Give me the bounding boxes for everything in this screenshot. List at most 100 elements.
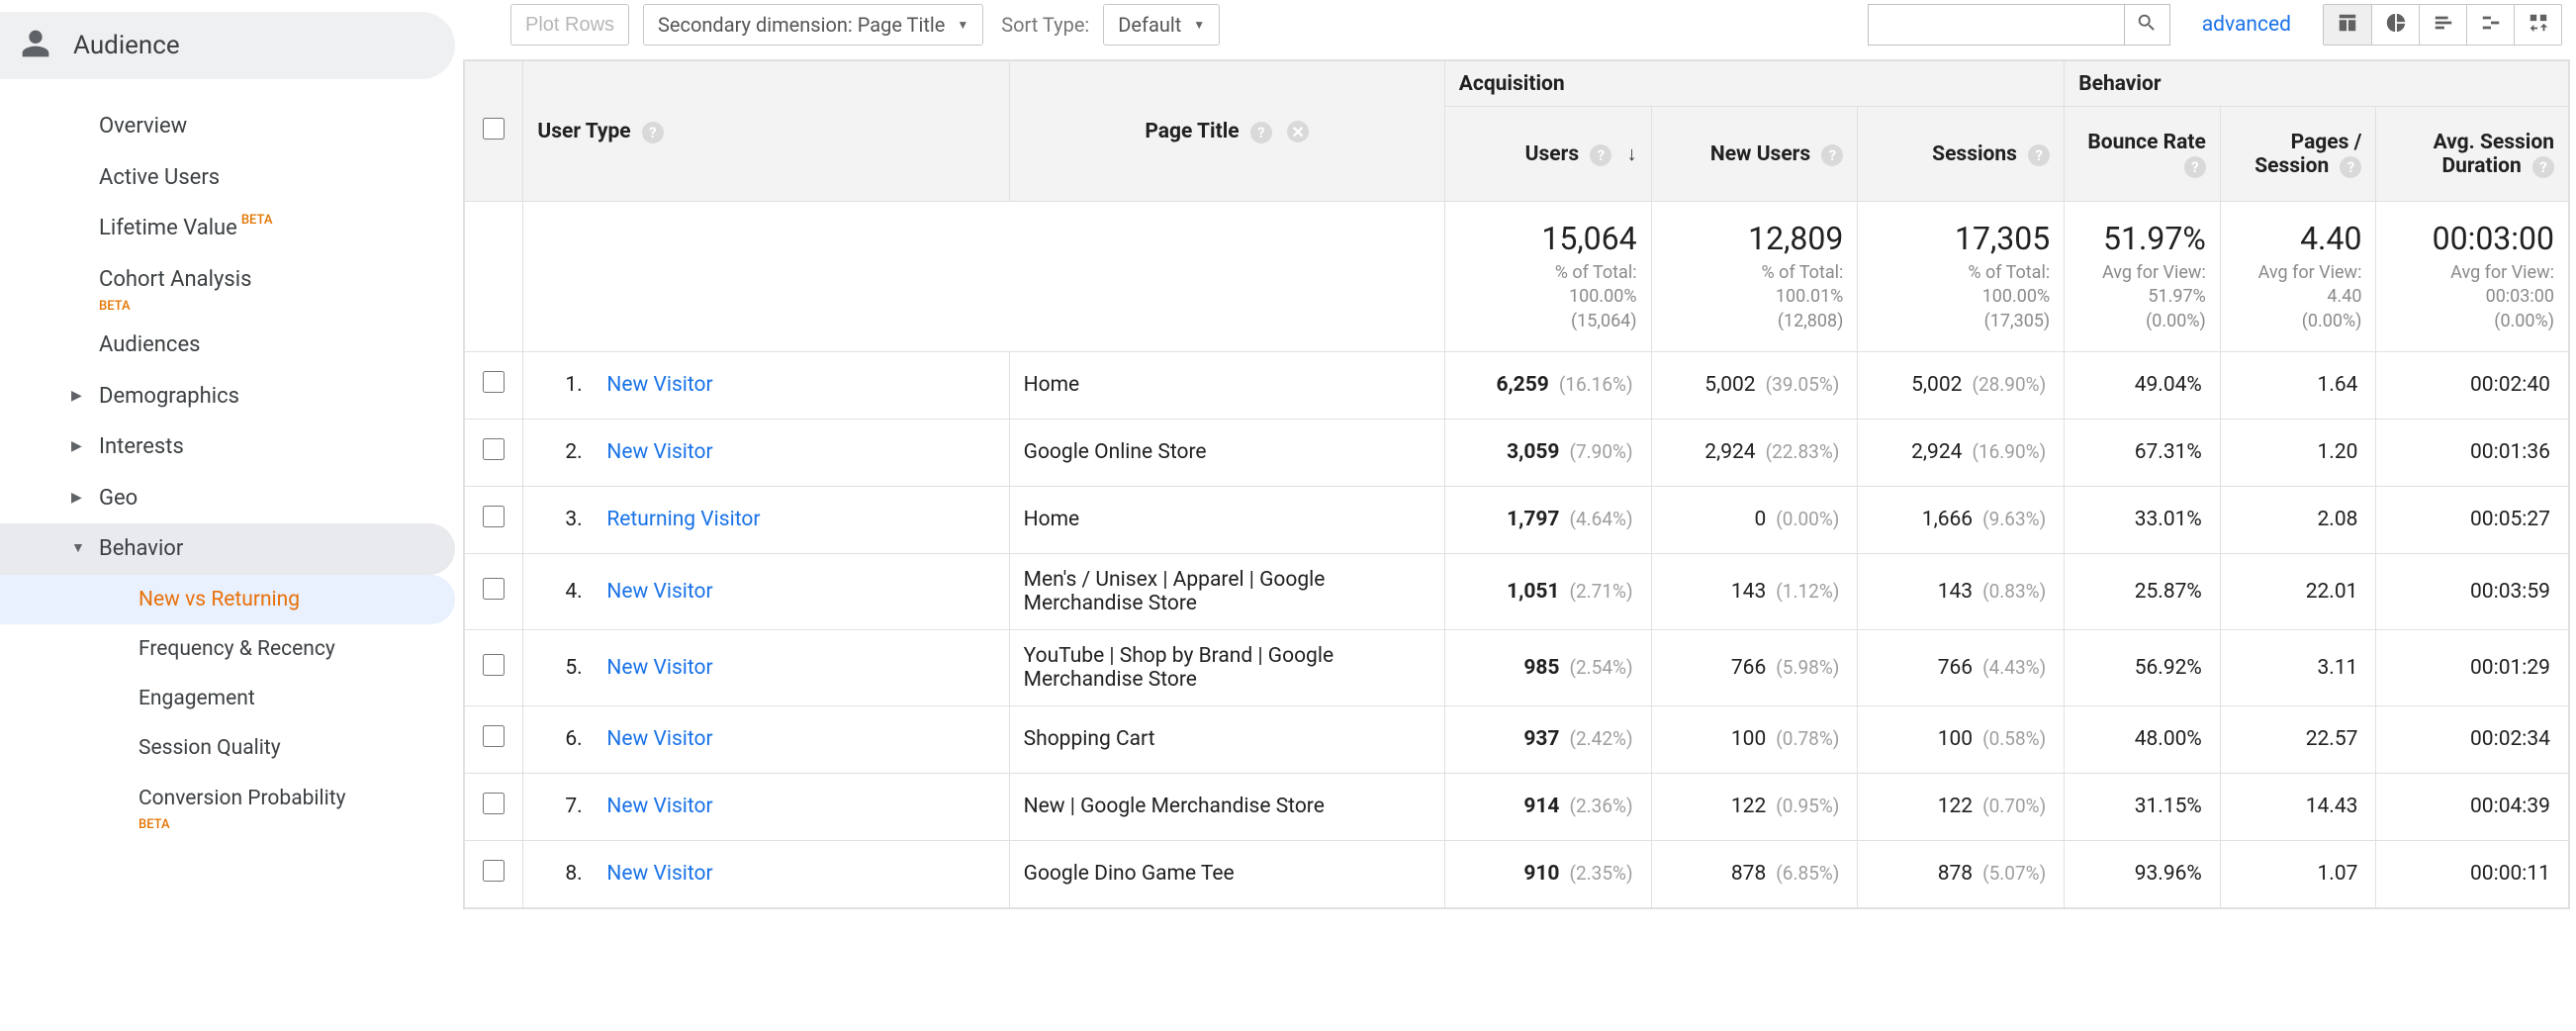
user-type-link[interactable]: New Visitor <box>606 440 712 464</box>
user-type-link[interactable]: New Visitor <box>606 862 712 886</box>
bounce-cell: 33.01% <box>2065 486 2221 553</box>
new-users-cell: 143(1.12%) <box>1651 553 1858 629</box>
view-mode-toggle <box>2323 4 2562 46</box>
view-table-button[interactable] <box>2324 5 2371 45</box>
page-title-cell: Home <box>1009 486 1444 553</box>
sidebar-item-label: Audiences <box>99 331 200 359</box>
help-icon[interactable]: ? <box>642 122 664 143</box>
col-new-users[interactable]: New Users ? <box>1651 107 1858 202</box>
sidebar-subitem-new-vs-returning[interactable]: New vs Returning <box>0 575 455 624</box>
sidebar-item-behavior[interactable]: ▼Behavior <box>0 523 455 575</box>
sidebar-item-geo[interactable]: ▶Geo <box>0 473 463 524</box>
search-button[interactable] <box>2125 4 2170 46</box>
row-index: 4. <box>565 580 587 604</box>
row-checkbox[interactable] <box>483 578 505 600</box>
sidebar-item-overview[interactable]: Overview <box>0 101 463 152</box>
table-row: 1. New Visitor Home 6,259(16.16%) 5,002(… <box>465 351 2569 419</box>
secondary-dimension-select[interactable]: Secondary dimension: Page Title ▼ <box>643 4 983 46</box>
new-users-cell: 0(0.00%) <box>1651 486 1858 553</box>
help-icon[interactable]: ? <box>2184 156 2206 178</box>
pps-cell: 2.08 <box>2220 486 2376 553</box>
sessions-cell: 5,002(28.90%) <box>1858 351 2065 419</box>
user-type-link[interactable]: New Visitor <box>606 580 712 604</box>
row-checkbox[interactable] <box>483 725 505 747</box>
sidebar-item-label: Geo <box>99 485 138 513</box>
person-icon <box>20 28 51 63</box>
sidebar-section-audience[interactable]: Audience <box>0 12 455 79</box>
remove-dimension-button[interactable]: ✕ <box>1287 121 1309 142</box>
user-type-link[interactable]: New Visitor <box>606 373 712 397</box>
col-sessions[interactable]: Sessions ? <box>1858 107 2065 202</box>
sidebar-subitem-frequency-recency[interactable]: Frequency & Recency <box>0 624 463 674</box>
view-comparison-button[interactable] <box>2466 5 2514 45</box>
sort-type-select[interactable]: Default ▼ <box>1103 4 1220 46</box>
col-users-label: Users <box>1525 142 1579 166</box>
view-performance-button[interactable] <box>2419 5 2466 45</box>
duration-cell: 00:03:59 <box>2376 553 2569 629</box>
row-index: 5. <box>565 656 587 680</box>
row-index: 7. <box>565 795 587 818</box>
sidebar-subitem-session-quality[interactable]: Session Quality <box>0 723 463 773</box>
plot-rows-button[interactable]: Plot Rows <box>510 4 629 46</box>
col-page-title[interactable]: Page Title ? ✕ <box>1009 61 1444 202</box>
caret-right-icon: ▶ <box>71 438 82 456</box>
col-pages-session[interactable]: Pages / Session ? <box>2220 107 2376 202</box>
row-checkbox[interactable] <box>483 506 505 527</box>
totals-pps-value: 4.40 <box>2235 220 2362 257</box>
view-pie-button[interactable] <box>2371 5 2419 45</box>
help-icon[interactable]: ? <box>2532 156 2554 178</box>
bounce-cell: 25.87% <box>2065 553 2221 629</box>
help-icon[interactable]: ? <box>1590 144 1611 166</box>
help-icon[interactable]: ? <box>2028 144 2050 166</box>
sort-desc-icon: ↓ <box>1627 141 1637 165</box>
row-checkbox[interactable] <box>483 860 505 882</box>
user-type-link[interactable]: New Visitor <box>606 727 712 751</box>
sidebar-item-interests[interactable]: ▶Interests <box>0 422 463 473</box>
user-type-link[interactable]: New Visitor <box>606 656 712 680</box>
sidebar-title: Audience <box>73 31 180 60</box>
duration-cell: 00:02:34 <box>2376 705 2569 773</box>
select-all-checkbox[interactable] <box>483 118 505 140</box>
sessions-cell: 122(0.70%) <box>1858 773 2065 840</box>
row-checkbox[interactable] <box>483 793 505 814</box>
col-avg-duration[interactable]: Avg. Session Duration ? <box>2376 107 2569 202</box>
user-type-link[interactable]: Returning Visitor <box>606 508 760 531</box>
pps-cell: 1.07 <box>2220 840 2376 907</box>
users-cell: 985(2.54%) <box>1444 629 1651 705</box>
secondary-dimension-label: Secondary dimension: Page Title <box>658 13 945 37</box>
new-users-cell: 2,924(22.83%) <box>1651 419 1858 486</box>
table-icon <box>2337 12 2358 38</box>
sidebar-item-audiences[interactable]: Audiences <box>0 320 463 371</box>
totals-new-users-value: 12,809 <box>1666 220 1844 257</box>
sidebar: Audience OverviewActive UsersLifetime Va… <box>0 0 463 909</box>
sidebar-item-active-users[interactable]: Active Users <box>0 152 463 204</box>
duration-cell: 00:04:39 <box>2376 773 2569 840</box>
col-user-type[interactable]: User Type ? <box>523 61 1009 202</box>
sidebar-item-label: Behavior <box>99 535 183 563</box>
view-pivot-button[interactable] <box>2514 5 2561 45</box>
table-search <box>1868 4 2170 46</box>
table-row: 7. New Visitor New | Google Merchandise … <box>465 773 2569 840</box>
group-behavior: Behavior <box>2065 61 2569 107</box>
help-icon[interactable]: ? <box>1821 144 1843 166</box>
table-row: 3. Returning Visitor Home 1,797(4.64%) 0… <box>465 486 2569 553</box>
sidebar-item-demographics[interactable]: ▶Demographics <box>0 371 463 422</box>
bounce-cell: 31.15% <box>2065 773 2221 840</box>
main: Plot Rows Secondary dimension: Page Titl… <box>463 0 2576 909</box>
help-icon[interactable]: ? <box>1250 122 1272 143</box>
sidebar-subitem-engagement[interactable]: Engagement <box>0 674 463 723</box>
help-icon[interactable]: ? <box>2340 156 2361 178</box>
pps-cell: 1.20 <box>2220 419 2376 486</box>
row-checkbox[interactable] <box>483 654 505 676</box>
col-bounce-rate[interactable]: Bounce Rate ? <box>2065 107 2221 202</box>
row-checkbox[interactable] <box>483 438 505 460</box>
col-users[interactable]: Users ? ↓ <box>1444 107 1651 202</box>
duration-cell: 00:01:36 <box>2376 419 2569 486</box>
sidebar-item-lifetime-value[interactable]: Lifetime ValueBETA <box>0 203 463 254</box>
sidebar-subitem-conversion-probability[interactable]: Conversion Probability <box>0 774 463 823</box>
advanced-link[interactable]: advanced <box>2202 13 2291 37</box>
row-checkbox[interactable] <box>483 371 505 393</box>
user-type-link[interactable]: New Visitor <box>606 795 712 818</box>
sidebar-item-cohort-analysis[interactable]: Cohort Analysis <box>0 254 463 306</box>
search-input[interactable] <box>1868 4 2125 46</box>
